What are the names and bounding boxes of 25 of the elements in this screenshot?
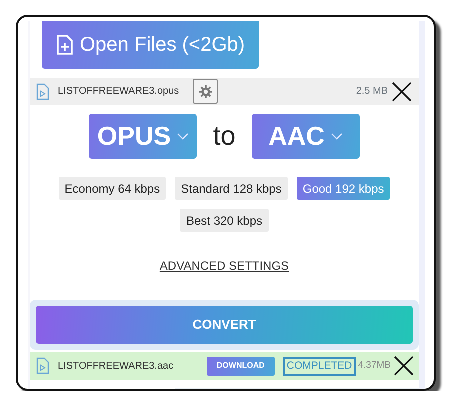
connector-text: to: [213, 120, 236, 154]
file-add-icon: [56, 34, 74, 56]
settings-icon: [198, 84, 213, 98]
status-label: COMPLETED: [282, 356, 356, 376]
close-icon[interactable]: [391, 80, 413, 102]
advanced-settings-link[interactable]: ADVANCED SETTINGS: [160, 259, 290, 273]
chevron-down-icon: [177, 132, 190, 140]
file-icon: [36, 357, 50, 375]
quality-option[interactable]: Good 192 kbps: [296, 177, 390, 200]
format-dropdown[interactable]: OPUS: [89, 114, 198, 159]
download-button[interactable]: DOWNLOAD: [206, 356, 275, 376]
convert-button[interactable]: CONVERT: [36, 306, 413, 344]
file-name: LISTOFFREEWARE3.opus: [58, 85, 180, 99]
open-files-button[interactable]: Open Files (<2Gb): [42, 21, 260, 69]
format-dropdown[interactable]: AAC: [252, 114, 360, 159]
quality-option[interactable]: Economy 64 kbps: [58, 177, 166, 200]
file-icon: [36, 82, 50, 100]
settings-button[interactable]: [193, 79, 218, 104]
file-size: 2.5 MB: [356, 85, 388, 99]
quality-option[interactable]: Standard 128 kbps: [175, 177, 288, 200]
quality-option[interactable]: Best 320 kbps: [180, 209, 269, 232]
chevron-down-icon: [330, 132, 343, 140]
file-size: 4.37MB: [358, 358, 391, 373]
close-icon[interactable]: [393, 355, 415, 377]
file-name: LISTOFFREEWARE3.aac: [58, 360, 174, 374]
